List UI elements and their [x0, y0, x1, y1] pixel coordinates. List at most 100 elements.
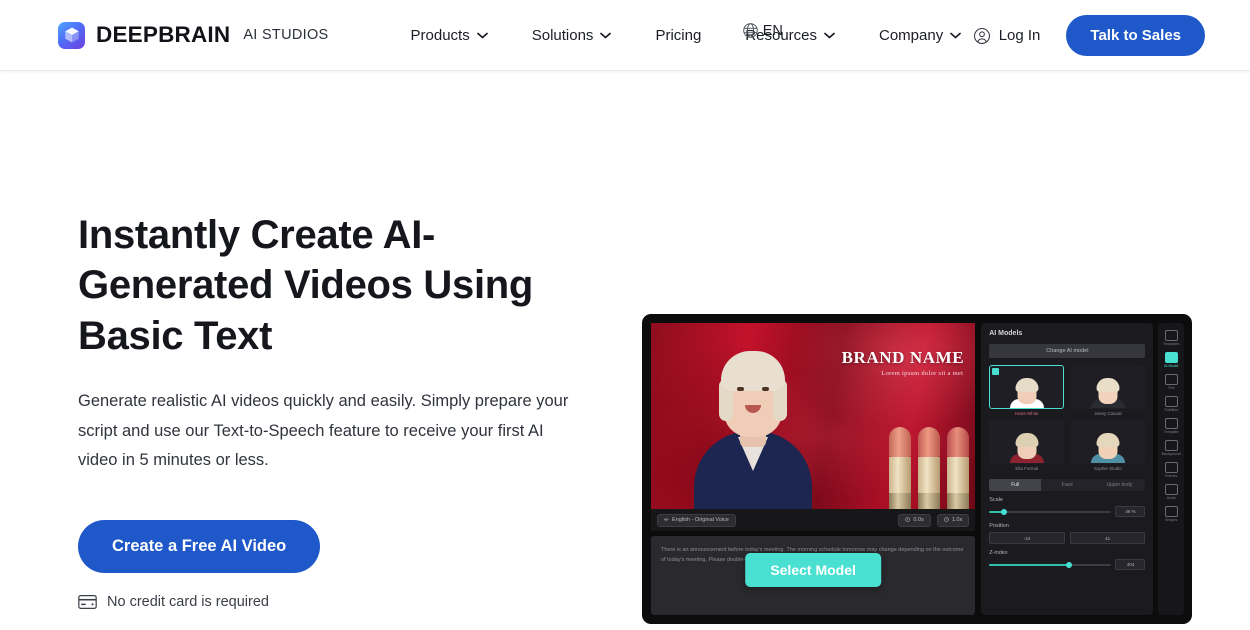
- duration-value: 0.0s: [913, 517, 924, 523]
- ai-presenter-avatar: [689, 344, 817, 509]
- rail-label: Background: [1161, 452, 1181, 456]
- model-label: Hana White: [1015, 411, 1039, 416]
- select-model-button[interactable]: Select Model: [745, 553, 881, 587]
- chevron-down-icon: [600, 32, 612, 39]
- frames-icon: [1164, 462, 1178, 473]
- templates-icon: [1164, 330, 1178, 341]
- rail-label: Shapes: [1165, 518, 1178, 522]
- rail-item-shapes[interactable]: Shapes: [1158, 504, 1184, 524]
- cube-logo-icon: [58, 21, 85, 49]
- model-card[interactable]: Hana White: [989, 365, 1065, 416]
- scale-slider-row: 46 %: [989, 506, 1146, 517]
- nav-item-solutions[interactable]: Solutions: [510, 19, 634, 52]
- voice-chip[interactable]: English - Original Voice: [657, 513, 736, 527]
- rail-item-subtitles[interactable]: Subtitles: [1158, 394, 1184, 414]
- layout-icon: [1164, 418, 1178, 429]
- position-label: Position: [989, 523, 1009, 529]
- model-label: Ella Formal: [1015, 466, 1039, 471]
- rail-label: AI Model: [1164, 364, 1179, 368]
- header-right-actions: EN Log In Talk to Sales: [742, 0, 1250, 71]
- chevron-down-icon: [476, 32, 488, 39]
- nav-label: Pricing: [655, 26, 702, 44]
- script-editor[interactable]: There is an announcement before today's …: [651, 536, 976, 615]
- zindex-label: Z-index: [989, 550, 1008, 556]
- rail-label: Template: [1163, 430, 1179, 434]
- rail-item-audio[interactable]: Audio: [1158, 482, 1184, 502]
- nav-item-products[interactable]: Products: [389, 19, 510, 52]
- brand-logo[interactable]: DEEPBRAIN AI STUDIOS: [58, 21, 329, 49]
- model-label: Sophie Studio: [1093, 466, 1122, 471]
- site-header: DEEPBRAIN AI STUDIOS Products Solutions …: [0, 0, 1250, 71]
- scale-label: Scale: [989, 497, 1003, 503]
- model-label: Jenny Casual: [1094, 411, 1122, 416]
- model-card[interactable]: Jenny Casual: [1070, 365, 1146, 416]
- no-credit-card-note: No credit card is required: [78, 594, 630, 610]
- model-card[interactable]: Ella Formal: [989, 420, 1065, 471]
- hero-media: BRAND NAME Lorem ipsum dolor sit a met E…: [642, 71, 1192, 624]
- main-navigation: Products Solutions Pricing Resources Com…: [389, 19, 984, 52]
- scale-value[interactable]: 46 %: [1115, 506, 1146, 517]
- background-icon: [1164, 440, 1178, 451]
- waveform-icon: [664, 517, 669, 524]
- position-fields: -24 41: [989, 532, 1146, 544]
- voice-label: English - Original Voice: [672, 517, 729, 523]
- language-label: EN: [762, 22, 783, 39]
- canvas-toolbar: English - Original Voice 0.0s 1.0x: [651, 509, 976, 531]
- gauge-icon: [944, 516, 949, 524]
- position-y-input[interactable]: 41: [1069, 532, 1146, 544]
- clock-icon: [905, 516, 911, 524]
- speed-chip[interactable]: 1.0x: [936, 513, 970, 527]
- hero-content: Instantly Create AI-Generated Videos Usi…: [78, 71, 630, 610]
- tab-full[interactable]: Full: [989, 479, 1042, 491]
- editor-stage-column: BRAND NAME Lorem ipsum dolor sit a met E…: [651, 323, 976, 615]
- language-selector[interactable]: EN: [742, 22, 783, 39]
- globe-icon: [742, 22, 759, 39]
- view-mode-tabs: Full Face Upper body: [989, 479, 1146, 491]
- rail-item-templates[interactable]: Templates: [1158, 328, 1184, 348]
- rail-item-template[interactable]: Template: [1158, 416, 1184, 436]
- duration-chip[interactable]: 0.0s: [898, 513, 931, 527]
- rail-item-text[interactable]: Text: [1158, 372, 1184, 392]
- hero-section: Instantly Create AI-Generated Videos Usi…: [0, 71, 1250, 630]
- nav-item-company[interactable]: Company: [857, 19, 983, 52]
- subtitles-icon: [1164, 396, 1178, 407]
- nav-label: Products: [410, 26, 470, 44]
- position-x-input[interactable]: -24: [989, 532, 1065, 544]
- chevron-down-icon: [950, 32, 962, 39]
- create-free-ai-video-button[interactable]: Create a Free AI Video: [78, 520, 321, 574]
- model-card[interactable]: Sophie Studio: [1070, 420, 1146, 471]
- hero-subtitle: Generate realistic AI videos quickly and…: [78, 392, 569, 469]
- zindex-slider[interactable]: [989, 561, 1112, 568]
- rail-item-background[interactable]: Background: [1158, 438, 1184, 458]
- zindex-value[interactable]: 404: [1115, 559, 1146, 570]
- zindex-slider-row: 404: [989, 559, 1146, 570]
- nav-label: Solutions: [531, 26, 594, 44]
- audio-icon: [1164, 484, 1178, 495]
- speed-value: 1.0x: [951, 517, 963, 523]
- tab-upper-body[interactable]: Upper body: [1093, 479, 1145, 491]
- selected-check-icon: [992, 368, 1000, 375]
- shapes-icon: [1164, 506, 1178, 517]
- scale-slider[interactable]: [989, 508, 1112, 515]
- change-ai-model-button[interactable]: Change AI model: [989, 344, 1146, 358]
- rail-item-ai-model[interactable]: AI Model: [1158, 350, 1184, 370]
- rail-label: Templates: [1163, 342, 1180, 346]
- no-credit-card-text: No credit card is required: [107, 594, 269, 611]
- canvas-brand-title: BRAND NAME: [841, 348, 965, 367]
- login-link[interactable]: Log In: [973, 27, 1040, 45]
- brand-name: DEEPBRAIN: [96, 21, 231, 47]
- ai-studio-app-preview: BRAND NAME Lorem ipsum dolor sit a met E…: [642, 314, 1192, 624]
- panel-title: AI Models: [989, 330, 1023, 337]
- credit-card-icon: [78, 595, 97, 610]
- page-title: Instantly Create AI-Generated Videos Usi…: [78, 213, 534, 358]
- talk-to-sales-button[interactable]: Talk to Sales: [1066, 15, 1205, 56]
- tab-face[interactable]: Face: [1041, 479, 1093, 491]
- video-canvas[interactable]: BRAND NAME Lorem ipsum dolor sit a met: [651, 323, 976, 509]
- rail-item-frames[interactable]: Frames: [1158, 460, 1184, 480]
- brand-subtitle: AI STUDIOS: [243, 26, 329, 43]
- nav-item-pricing[interactable]: Pricing: [633, 19, 723, 52]
- rail-label: Frames: [1165, 474, 1178, 478]
- canvas-brand-tagline: Lorem ipsum dolor sit a met: [881, 370, 964, 377]
- rail-label: Text: [1167, 386, 1175, 390]
- text-icon: [1164, 374, 1178, 385]
